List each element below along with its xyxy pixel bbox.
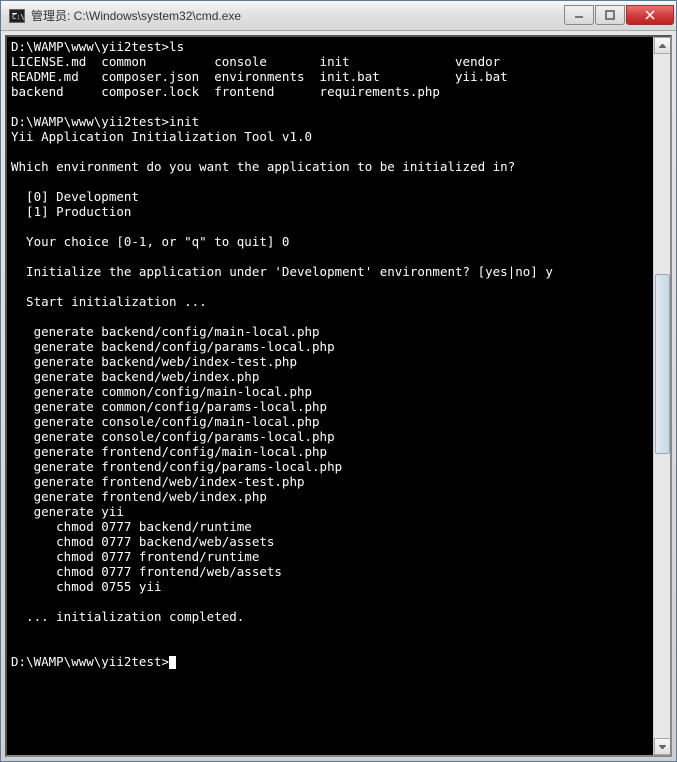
scrollbar[interactable]: [653, 37, 670, 755]
scroll-up-button[interactable]: [654, 37, 671, 54]
window-title: 管理员: C:\Windows\system32\cmd.exe: [31, 7, 563, 24]
minimize-button[interactable]: [564, 5, 594, 25]
scrollbar-track[interactable]: [654, 54, 670, 738]
cmd-window: C:\ 管理员: C:\Windows\system32\cmd.exe: [0, 0, 677, 762]
minimize-icon: [574, 10, 584, 20]
titlebar[interactable]: C:\ 管理员: C:\Windows\system32\cmd.exe: [1, 1, 676, 31]
close-icon: [645, 10, 655, 20]
scrollbar-thumb[interactable]: [655, 274, 670, 454]
maximize-icon: [605, 10, 615, 20]
chevron-down-icon: [659, 745, 666, 749]
close-button[interactable]: [626, 5, 674, 25]
terminal-container: D:\WAMP\www\yii2test>ls LICENSE.md commo…: [5, 35, 672, 757]
cursor: [169, 656, 176, 669]
terminal-output[interactable]: D:\WAMP\www\yii2test>ls LICENSE.md commo…: [7, 37, 653, 755]
cmd-icon: C:\: [9, 9, 25, 23]
maximize-button[interactable]: [595, 5, 625, 25]
scroll-down-button[interactable]: [654, 738, 671, 755]
window-controls: [563, 6, 674, 25]
chevron-up-icon: [659, 44, 666, 48]
